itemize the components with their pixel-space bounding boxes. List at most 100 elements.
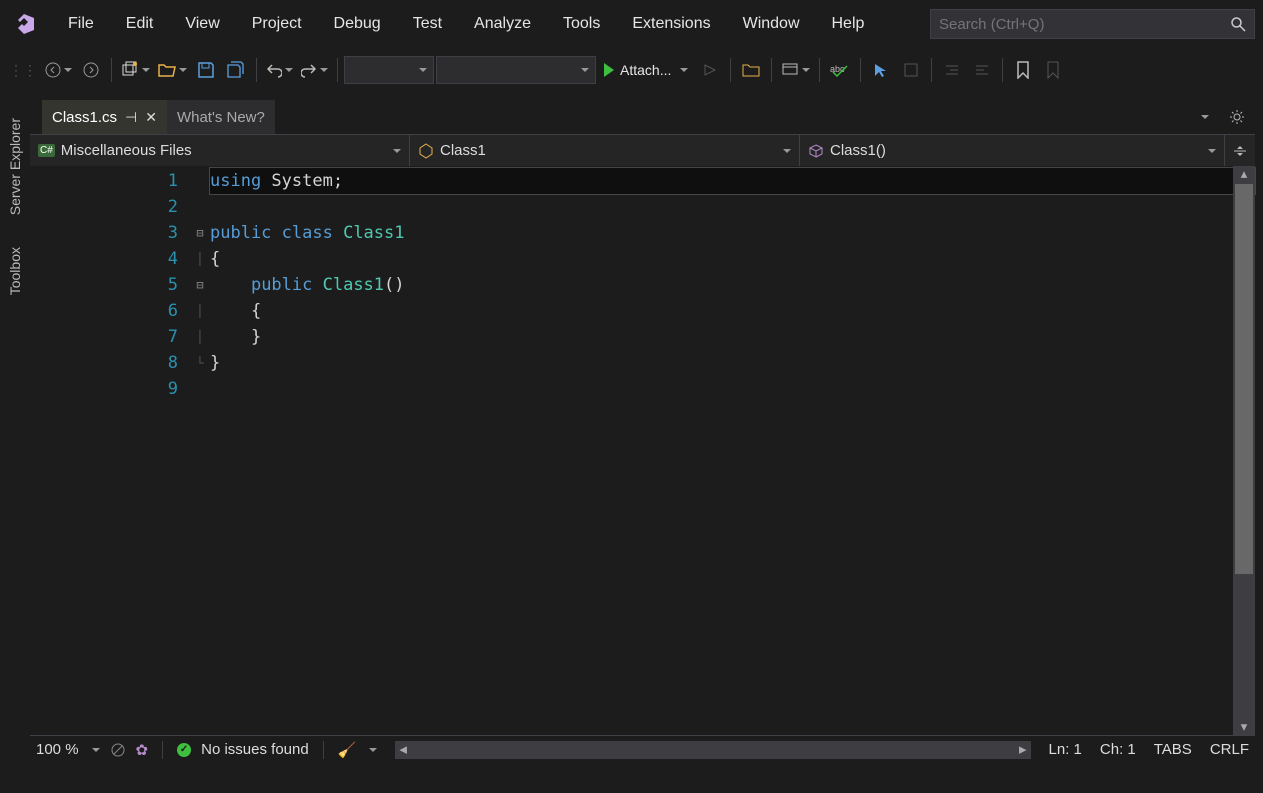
attach-label: Attach...	[620, 62, 671, 78]
save-all-button[interactable]	[222, 56, 250, 84]
menu-edit[interactable]: Edit	[110, 9, 170, 39]
app-logo	[8, 8, 40, 40]
line-number: 3	[30, 220, 190, 246]
member-label: Class1()	[830, 142, 886, 159]
svg-text:abc: abc	[830, 64, 845, 74]
class-icon	[418, 143, 434, 159]
tab-whatsnew[interactable]: What's New?	[167, 100, 275, 134]
code-line[interactable]	[210, 194, 1255, 220]
code-line[interactable]: public class Class1	[210, 220, 1255, 246]
csharp-icon: C#	[38, 144, 55, 157]
code-line[interactable]: using System;	[210, 168, 1255, 194]
platform-dropdown[interactable]	[436, 56, 596, 84]
bookmark-button[interactable]	[1009, 56, 1037, 84]
cursor-line: Ln: 1	[1049, 741, 1082, 758]
line-number: 6	[30, 298, 190, 324]
toolbox-tab[interactable]: Toolbox	[3, 237, 27, 305]
open-file-button[interactable]	[155, 56, 190, 84]
line-number: 5	[30, 272, 190, 298]
comment-button	[897, 56, 925, 84]
start-without-debug-button	[696, 56, 724, 84]
horizontal-scrollbar[interactable]	[395, 741, 1030, 759]
document-area: Class1.cs ⊣ ✕ What's New? C# Miscellaneo…	[30, 100, 1255, 763]
brain-icon[interactable]: ✿	[136, 741, 149, 759]
scope-label: Miscellaneous Files	[61, 142, 192, 159]
find-in-files-button[interactable]	[737, 56, 765, 84]
tab-label: Class1.cs	[52, 109, 117, 126]
member-combo[interactable]: Class1()	[800, 135, 1225, 166]
vertical-scrollbar[interactable]: ▴ ▾	[1233, 166, 1255, 735]
scroll-down-icon[interactable]: ▾	[1233, 719, 1255, 735]
editor-status-bar: 100 % ✿ ✓ No issues found 🧹 Ln: 1 Ch: 1 …	[30, 735, 1255, 763]
settings-icon[interactable]	[1223, 103, 1251, 131]
line-number: 4	[30, 246, 190, 272]
method-icon	[808, 143, 824, 159]
class-label: Class1	[440, 142, 486, 159]
toolbar: ⋮⋮ Attach... abc	[0, 48, 1263, 92]
redo-button[interactable]	[298, 56, 331, 84]
search-input[interactable]	[939, 16, 1230, 33]
issues-label[interactable]: No issues found	[201, 741, 309, 758]
tab-label: What's New?	[177, 109, 265, 126]
code-line[interactable]	[210, 376, 1255, 402]
code-line[interactable]: {	[210, 246, 1255, 272]
cleanup-icon[interactable]: 🧹	[338, 741, 357, 759]
fold-toggle[interactable]: ⊟	[190, 272, 210, 298]
browser-link-button[interactable]	[778, 56, 813, 84]
save-button[interactable]	[192, 56, 220, 84]
menu-extensions[interactable]: Extensions	[616, 9, 726, 39]
new-project-button[interactable]	[118, 56, 153, 84]
scroll-thumb[interactable]	[1235, 184, 1253, 574]
active-files-dropdown[interactable]	[1189, 103, 1217, 131]
line-gutter: 1 2 3 4 5 6 7 8 9	[30, 166, 190, 735]
undo-button[interactable]	[263, 56, 296, 84]
line-number: 2	[30, 194, 190, 220]
config-dropdown[interactable]	[344, 56, 434, 84]
error-lens-icon[interactable]	[110, 742, 126, 758]
side-panel-tabs: Server Explorer Toolbox	[0, 100, 30, 306]
menu-project[interactable]: Project	[236, 9, 318, 39]
eol-mode[interactable]: CRLF	[1210, 741, 1249, 758]
menu-debug[interactable]: Debug	[318, 9, 397, 39]
tab-class1[interactable]: Class1.cs ⊣ ✕	[42, 100, 167, 134]
document-tabs: Class1.cs ⊣ ✕ What's New?	[30, 100, 1255, 134]
spell-check-button[interactable]: abc	[826, 56, 854, 84]
menu-file[interactable]: File	[52, 9, 110, 39]
code-line[interactable]: {	[210, 298, 1255, 324]
menu-help[interactable]: Help	[816, 9, 881, 39]
cursor-col: Ch: 1	[1100, 741, 1136, 758]
code-lines[interactable]: using System;public class Class1{ public…	[210, 166, 1255, 735]
nav-back-button[interactable]	[42, 56, 75, 84]
search-box[interactable]	[930, 9, 1255, 39]
server-explorer-tab[interactable]: Server Explorer	[3, 108, 27, 225]
split-editor-button[interactable]	[1225, 135, 1255, 166]
play-icon	[604, 63, 614, 77]
search-icon	[1230, 16, 1246, 32]
line-number: 9	[30, 376, 190, 402]
attach-debugger-button[interactable]: Attach...	[598, 56, 694, 84]
fold-toggle[interactable]: ⊟	[190, 220, 210, 246]
drag-handle-icon: ⋮⋮	[6, 56, 40, 84]
scroll-up-icon[interactable]: ▴	[1233, 166, 1255, 182]
navigation-bar: C# Miscellaneous Files Class1 Class1()	[30, 134, 1255, 166]
class-combo[interactable]: Class1	[410, 135, 800, 166]
close-icon[interactable]: ✕	[145, 109, 157, 126]
pin-icon[interactable]: ⊣	[125, 109, 137, 126]
cursor-select-button[interactable]	[867, 56, 895, 84]
menu-analyze[interactable]: Analyze	[458, 9, 547, 39]
menu-view[interactable]: View	[169, 9, 235, 39]
indent-button	[938, 56, 966, 84]
scope-combo[interactable]: C# Miscellaneous Files	[30, 135, 410, 166]
menu-window[interactable]: Window	[727, 9, 816, 39]
code-line[interactable]: }	[210, 324, 1255, 350]
line-number: 7	[30, 324, 190, 350]
menu-test[interactable]: Test	[397, 9, 458, 39]
zoom-level[interactable]: 100 %	[36, 741, 79, 758]
code-line[interactable]: }	[210, 350, 1255, 376]
indent-mode[interactable]: TABS	[1154, 741, 1192, 758]
code-editor[interactable]: 1 2 3 4 5 6 7 8 9 ⊟ │ ⊟ │ │ └ using Syst…	[30, 166, 1255, 735]
menu-bar: File Edit View Project Debug Test Analyz…	[0, 0, 1263, 48]
menu-tools[interactable]: Tools	[547, 9, 616, 39]
code-line[interactable]: public Class1()	[210, 272, 1255, 298]
nav-forward-button[interactable]	[77, 56, 105, 84]
